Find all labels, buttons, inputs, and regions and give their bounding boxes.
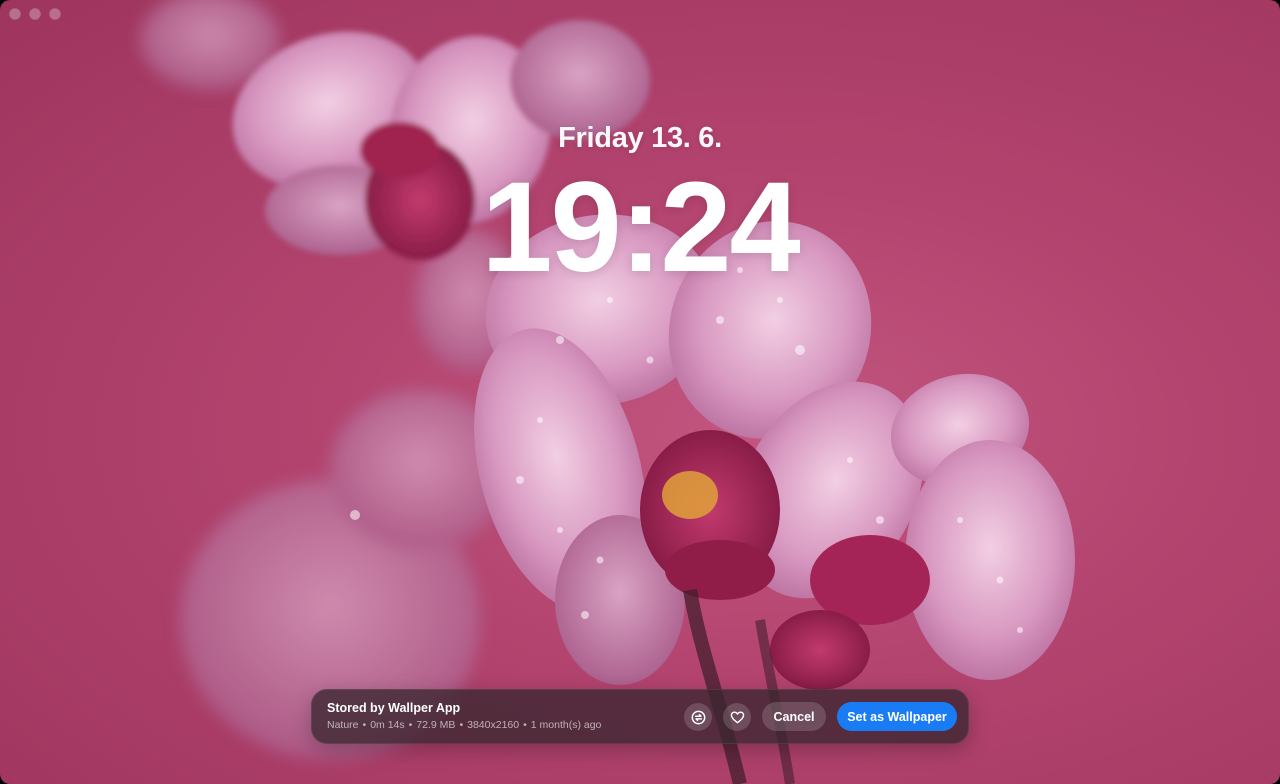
lockscreen-time: 19:24 [481,156,800,299]
zoom-window-button[interactable] [49,8,61,20]
wallpaper-info: Stored by Wallper App Nature • 0m 14s • 72.9… [327,701,601,732]
set-as-wallpaper-button[interactable]: Set as Wallpaper [837,702,957,731]
wallpaper-action-panel: Stored by Wallper App Nature • 0m 14s • 72.9… [311,689,969,744]
lockscreen-date: Friday 13. 6. [558,122,722,154]
minimize-window-button[interactable] [29,8,41,20]
wallpaper-resolution: 3840x2160 [467,719,520,731]
meta-separator: • [523,719,527,731]
wallpaper-source: Stored by Wallper App [327,701,461,715]
orchid-wallpaper-image [140,0,1075,784]
wallpaper-metadata: Nature • 0m 14s • 72.9 MB • 3840x2160 • 1 month(… [327,719,601,732]
favorite-button[interactable] [723,703,751,731]
refresh-button[interactable] [684,703,712,731]
app-window: Friday 13. 6. 19:24 Stored by Wallper Ap… [0,0,1280,784]
meta-separator: • [459,719,464,731]
cancel-button[interactable]: Cancel [762,702,826,731]
meta-separator: • [362,719,367,731]
wallpaper-file-size: 72.9 MB [416,719,456,731]
wallpaper-category: Nature [327,719,359,731]
heart-icon [730,710,744,723]
meta-separator: • [408,719,413,731]
window-controls [9,8,61,20]
refresh-icon [691,710,705,724]
close-window-button[interactable] [9,8,21,20]
wallpaper-age: 1 month(s) ago [530,719,602,731]
wallpaper-duration: 0m 14s [370,719,405,731]
